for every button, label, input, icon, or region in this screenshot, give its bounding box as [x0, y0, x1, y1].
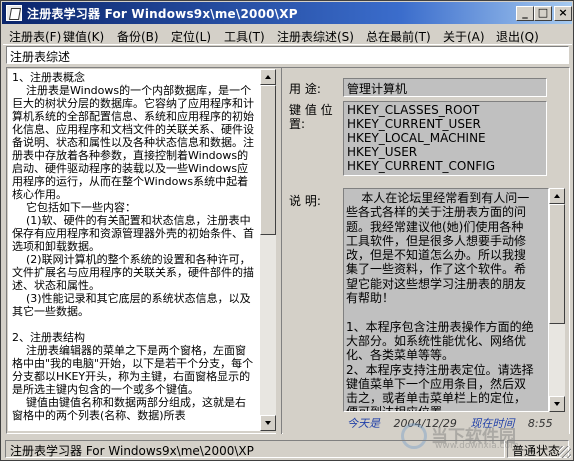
resize-grip-icon[interactable]	[559, 446, 571, 458]
scroll-up-icon[interactable]	[260, 69, 276, 85]
title-bar[interactable]: 注册表学习器 For Windows9x\me\2000\XP _ □ ×	[2, 2, 572, 24]
app-window: 注册表学习器 For Windows9x\me\2000\XP _ □ × 注册…	[0, 0, 574, 461]
usage-label: 用 途:	[289, 82, 321, 96]
reg-location-field[interactable]: HKEY_CLASSES_ROOT HKEY_CURRENT_USER HKEY…	[343, 101, 547, 176]
content-area: 1、注册表概念 注册表是Windows的一个内部数据库，是一个巨大的树状分层的数…	[6, 67, 570, 434]
reg-key-item: HKEY_USER	[347, 145, 418, 159]
scroll-down-icon[interactable]	[549, 396, 565, 412]
reg-key-item: HKEY_CURRENT_CONFIG	[347, 159, 496, 173]
close-button[interactable]: ×	[554, 6, 572, 21]
menu-about[interactable]: 关于(A)	[443, 28, 485, 45]
reg-location-label: 键 值 位 置:	[289, 103, 333, 131]
details-pane: 用 途: 管理计算机 键 值 位 置: HKEY_CLASSES_ROOT HK…	[283, 68, 569, 434]
menu-locate[interactable]: 定位(L)	[171, 28, 211, 45]
scroll-thumb[interactable]	[260, 85, 276, 235]
today-label: 今天是	[347, 417, 380, 430]
maximize-button[interactable]: □	[534, 6, 552, 21]
scroll-thumb[interactable]	[549, 204, 565, 324]
menu-backup[interactable]: 备份(B)	[117, 28, 159, 45]
overview-scrollbar[interactable]	[260, 69, 276, 431]
description-text: 本人在论坛里经常看到有人问一些各式各样的关于注册表方面的问题。我经常建议他(她)…	[346, 191, 534, 411]
app-icon[interactable]	[6, 5, 22, 21]
menu-key-value[interactable]: 键值(K)	[63, 28, 104, 45]
status-bar: 注册表学习器 For Windows9x\me\2000\XP 普通状态	[3, 439, 572, 459]
menu-bar: 注册表(F) 键值(K) 备份(B) 定位(L) 工具(T) 注册表综述(S) …	[3, 25, 572, 45]
window-title: 注册表学习器 For Windows9x\me\2000\XP	[27, 7, 298, 21]
reg-key-item: HKEY_LOCAL_MACHINE	[347, 131, 486, 145]
menu-registry[interactable]: 注册表(F)	[9, 28, 61, 45]
overview-text: 1、注册表概念 注册表是Windows的一个内部数据库，是一个巨大的树状分层的数…	[12, 71, 254, 422]
menu-exit[interactable]: 退出(Q)	[496, 28, 539, 45]
menu-registry-overview[interactable]: 注册表综述(S)	[277, 28, 354, 45]
scroll-up-icon[interactable]	[549, 188, 565, 204]
usage-field[interactable]: 管理计算机	[343, 78, 547, 97]
menu-always-on-top[interactable]: 总在最前(T)	[366, 28, 431, 45]
overview-text-pane[interactable]: 1、注册表概念 注册表是Windows的一个内部数据库，是一个巨大的树状分层的数…	[8, 69, 260, 431]
scroll-down-icon[interactable]	[260, 415, 276, 431]
description-label: 说 明:	[289, 194, 321, 208]
reg-key-item: HKEY_CLASSES_ROOT	[347, 103, 480, 117]
topic-field[interactable]: 注册表综述	[6, 46, 569, 64]
menu-tools[interactable]: 工具(T)	[224, 28, 265, 45]
minimize-button[interactable]: _	[516, 6, 534, 21]
status-app-name: 注册表学习器 For Windows9x\me\2000\XP	[5, 440, 505, 458]
description-field[interactable]: 本人在论坛里经常看到有人问一些各式各样的关于注册表方面的问题。我经常建议他(她)…	[343, 188, 549, 412]
description-scrollbar[interactable]	[549, 188, 565, 412]
pane-splitter[interactable]	[276, 68, 282, 434]
reg-key-item: HKEY_CURRENT_USER	[347, 117, 481, 131]
